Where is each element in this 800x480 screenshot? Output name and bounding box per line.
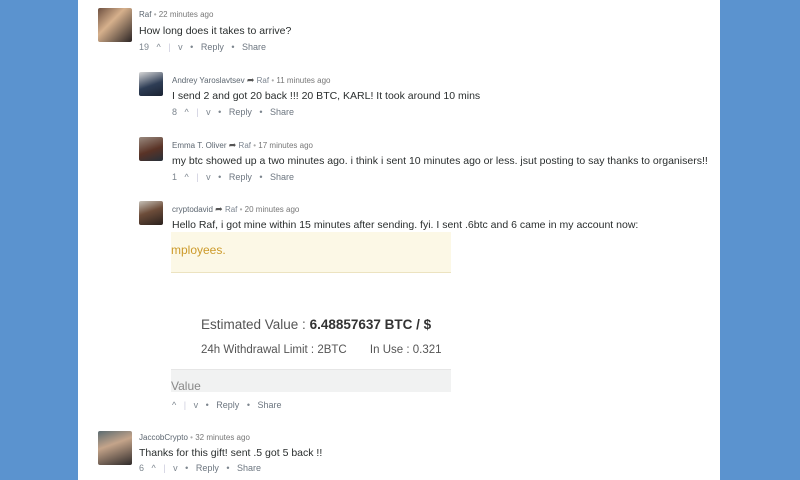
reply-to-name[interactable]: Raf [239, 141, 251, 150]
timestamp[interactable]: 20 minutes ago [245, 205, 300, 214]
comment-actions: 6 ^ | v • Reply • Share [139, 463, 266, 473]
separator-dot: • [218, 107, 222, 117]
separator-dot: • [259, 172, 263, 182]
reply-button[interactable]: Reply [201, 42, 224, 52]
comment-meta: Raf • 22 minutes ago [139, 10, 213, 19]
estimated-label: Estimated Value : [201, 317, 306, 332]
downvote-icon[interactable]: v [206, 107, 211, 117]
estimated-amount: 6.48857637 BTC / $ [309, 317, 432, 332]
comment-meta: Andrey Yaroslavtsev ➦ Raf • 11 minutes a… [172, 75, 331, 86]
reply-arrow-icon: ➦ [215, 204, 223, 214]
separator-dot: • [239, 205, 243, 214]
divider: | [163, 463, 166, 473]
separator-dot: • [205, 400, 209, 410]
comments-panel: Raf • 22 minutes ago How long does it ta… [78, 0, 720, 480]
vote-count: 19 [139, 42, 150, 52]
comment-meta: cryptodavid ➦ Raf • 20 minutes ago [172, 204, 299, 215]
separator-dot: • [190, 42, 194, 52]
share-button[interactable]: Share [270, 172, 294, 182]
timestamp[interactable]: 32 minutes ago [195, 433, 250, 442]
author-name[interactable]: Raf [139, 10, 151, 19]
upvote-icon[interactable]: ^ [157, 42, 161, 52]
comment-actions: 1 ^ | v • Reply • Share [172, 172, 299, 182]
reply-arrow-icon: ➦ [228, 140, 237, 150]
separator-dot: • [253, 141, 257, 150]
separator-dot: • [259, 107, 263, 117]
in-use-text: In Use : 0.321 [369, 344, 442, 356]
separator-dot: • [218, 172, 222, 182]
author-name[interactable]: Emma T. Oliver [172, 141, 227, 150]
withdrawal-limit: 24h Withdrawal Limit : 2BTC In Use : 0.3… [201, 344, 442, 356]
divider: | [196, 107, 199, 117]
timestamp[interactable]: 22 minutes ago [159, 10, 214, 19]
upvote-icon[interactable]: ^ [185, 107, 189, 117]
downvote-icon[interactable]: v [206, 172, 211, 182]
share-button[interactable]: Share [258, 400, 282, 410]
separator-dot: • [271, 76, 275, 85]
separator-dot: • [231, 42, 235, 52]
comment-text: How long does it takes to arrive? [139, 25, 292, 37]
timestamp[interactable]: 17 minutes ago [258, 141, 313, 150]
comment-text: Thanks for this gift! sent .5 got 5 back… [139, 447, 323, 459]
author-name[interactable]: Andrey Yaroslavtsev [172, 76, 245, 85]
avatar[interactable] [98, 431, 132, 465]
downvote-icon[interactable]: v [178, 42, 183, 52]
screenshot-footer: Value [171, 369, 451, 392]
comment-text: my btc showed up a two minutes ago. i th… [172, 155, 708, 167]
reply-button[interactable]: Reply [216, 400, 239, 410]
author-name[interactable]: cryptodavid [172, 205, 213, 214]
comment-meta: JaccobCrypto • 32 minutes ago [139, 433, 250, 442]
screenshot-banner: mployees. [171, 232, 451, 273]
upvote-icon[interactable]: ^ [185, 172, 189, 182]
downvote-icon[interactable]: v [173, 463, 178, 473]
share-button[interactable]: Share [270, 107, 294, 117]
avatar[interactable] [98, 8, 132, 42]
divider: | [183, 400, 187, 410]
estimated-value: Estimated Value : 6.48857637 BTC / $ [201, 317, 431, 332]
comment-text: Hello Raf, i got mine within 15 minutes … [172, 219, 639, 231]
timestamp[interactable]: 11 minutes ago [276, 76, 330, 85]
reply-arrow-icon: ➦ [246, 75, 255, 85]
divider: | [168, 42, 171, 52]
author-name[interactable]: JaccobCrypto [139, 433, 188, 442]
avatar[interactable] [139, 201, 163, 225]
divider: | [196, 172, 199, 182]
upvote-icon[interactable]: ^ [172, 400, 176, 410]
vote-count: 8 [172, 107, 178, 117]
comment-meta: Emma T. Oliver ➦ Raf • 17 minutes ago [172, 140, 313, 151]
attached-screenshot[interactable]: mployees. Estimated Value : 6.48857637 B… [171, 232, 451, 392]
vote-count: 6 [139, 463, 145, 473]
reply-to-name[interactable]: Raf [257, 76, 269, 85]
separator-dot: • [226, 463, 230, 473]
upvote-icon[interactable]: ^ [152, 463, 156, 473]
reply-button[interactable]: Reply [229, 172, 252, 182]
comment-actions: ^ | v • Reply • Share [172, 400, 287, 410]
share-button[interactable]: Share [242, 42, 266, 52]
separator-dot: • [246, 400, 250, 410]
separator-dot: • [190, 433, 193, 442]
footer-text: Value [171, 379, 201, 392]
reply-button[interactable]: Reply [229, 107, 252, 117]
separator-dot: • [185, 463, 189, 473]
comment-text: I send 2 and got 20 back !!! 20 BTC, KAR… [172, 90, 481, 102]
comment-actions: 8 ^ | v • Reply • Share [172, 107, 299, 117]
avatar[interactable] [139, 72, 163, 96]
avatar[interactable] [139, 137, 163, 161]
separator-dot: • [153, 10, 157, 19]
share-button[interactable]: Share [237, 463, 261, 473]
downvote-icon[interactable]: v [194, 400, 199, 410]
limit-text: 24h Withdrawal Limit : 2BTC [201, 344, 347, 356]
reply-button[interactable]: Reply [196, 463, 219, 473]
vote-count: 1 [172, 172, 178, 182]
banner-text: mployees. [171, 243, 226, 257]
comment-actions: 19 ^ | v • Reply • Share [139, 42, 271, 52]
reply-to-name[interactable]: Raf [225, 205, 237, 214]
